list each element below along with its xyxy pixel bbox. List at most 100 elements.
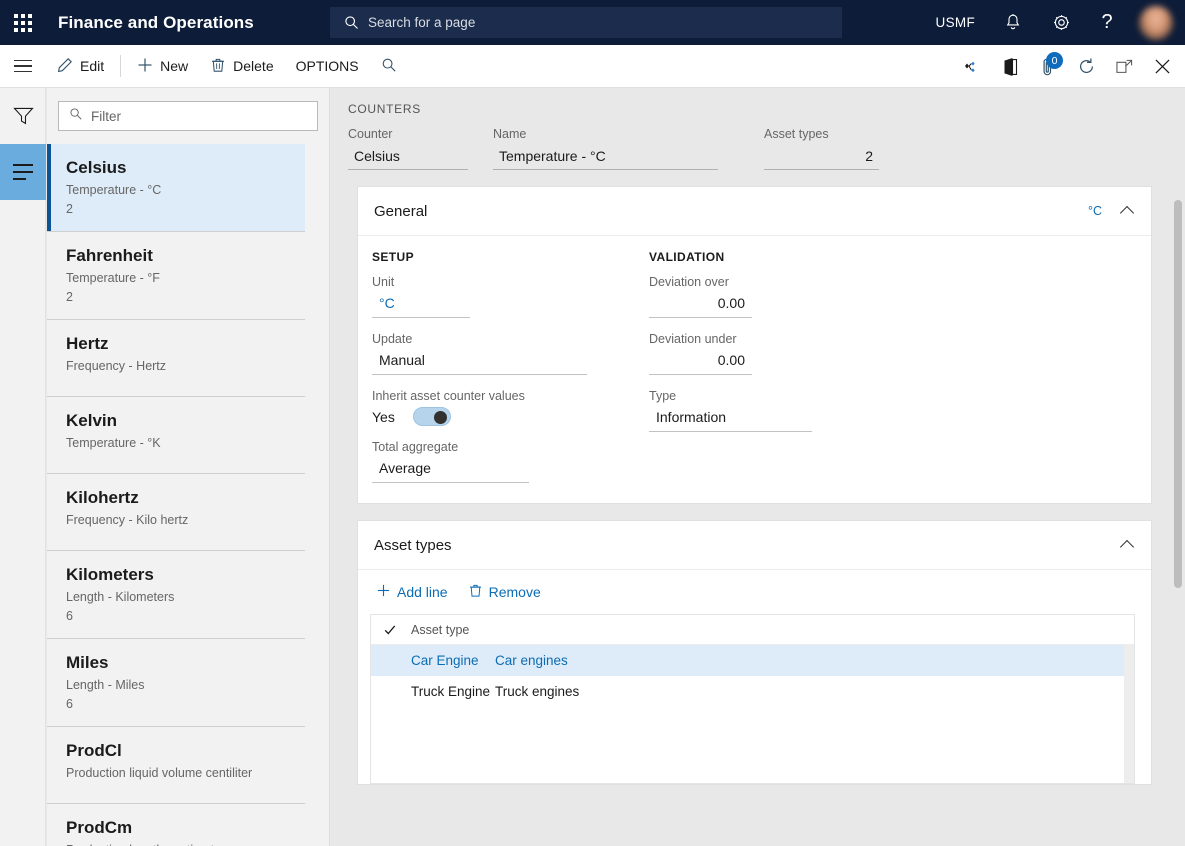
row-asset-type[interactable]: Car Engine	[383, 653, 495, 668]
list-item[interactable]: Kelvin Temperature - °K	[47, 397, 305, 474]
open-in-new-window-icon[interactable]	[1105, 45, 1143, 88]
asset-types-value[interactable]: 2	[764, 145, 879, 170]
search-icon	[381, 57, 397, 76]
plus-icon	[376, 583, 391, 601]
app-launcher-icon[interactable]	[0, 0, 46, 45]
toolbar-search-button[interactable]	[370, 45, 408, 87]
help-button[interactable]: ?	[1085, 0, 1129, 45]
remove-button[interactable]: Remove	[462, 580, 547, 604]
list-item[interactable]: Kilometers Length - Kilometers 6	[47, 551, 305, 639]
filter-placeholder: Filter	[91, 108, 121, 124]
page-title: COUNTERS	[348, 102, 421, 116]
relationships-icon[interactable]	[953, 45, 991, 88]
deviation-under-value[interactable]: 0.00	[649, 348, 752, 375]
grid-toolbar: Add line Remove	[358, 570, 1151, 614]
validation-heading: VALIDATION	[649, 250, 725, 264]
list-item[interactable]: ProdCl Production liquid volume centilit…	[47, 727, 305, 804]
validation-column: VALIDATION Deviation over 0.00 Deviation…	[649, 250, 926, 483]
list-item-title: Celsius	[66, 158, 127, 177]
setup-heading: SETUP	[372, 250, 415, 264]
list-item-count: 2	[66, 290, 73, 304]
total-aggregate-field: Total aggregate Average	[372, 440, 649, 483]
list-item-desc: Frequency - Kilo hertz	[66, 513, 189, 527]
pencil-icon	[57, 57, 73, 76]
filter-area: Filter	[47, 88, 329, 143]
edit-button[interactable]: Edit	[46, 45, 115, 87]
left-rail	[0, 88, 46, 846]
unit-field: Unit °C	[372, 275, 649, 318]
close-icon[interactable]	[1143, 45, 1181, 88]
asset-types-count-field: Asset types 2	[764, 127, 879, 170]
deviation-over-label: Deviation over	[649, 275, 729, 289]
update-value[interactable]: Manual	[372, 348, 587, 375]
add-line-button[interactable]: Add line	[370, 580, 454, 604]
list-item-title: Kilometers	[66, 565, 154, 584]
table-row[interactable]: Truck Engine Truck engines	[371, 676, 1134, 707]
total-aggregate-value[interactable]: Average	[372, 456, 529, 483]
asset-types-section: Asset types Add line Remove Asset type C…	[357, 520, 1152, 785]
bell-icon[interactable]	[989, 0, 1037, 45]
type-value[interactable]: Information	[649, 405, 812, 432]
list-item[interactable]: Miles Length - Miles 6	[47, 639, 305, 727]
chevron-up-icon[interactable]	[1120, 537, 1136, 553]
setup-column: SETUP Unit °C Update Manual Inherit asse…	[372, 250, 649, 483]
records-list[interactable]: Celsius Temperature - °C 2 Fahrenheit Te…	[47, 144, 330, 846]
list-item[interactable]: Celsius Temperature - °C 2	[47, 144, 305, 232]
edit-button-label: Edit	[80, 58, 105, 74]
top-nav-right-group: USMF ?	[922, 0, 1185, 45]
asset-types-section-header[interactable]: Asset types	[358, 521, 1151, 570]
record-header: COUNTERS Counter Celsius Name Temperatur…	[331, 88, 1185, 170]
grid-scrollbar-track[interactable]	[1124, 645, 1134, 783]
gear-icon[interactable]	[1037, 0, 1085, 45]
funnel-filter-icon[interactable]	[0, 88, 46, 144]
company-selector[interactable]: USMF	[922, 0, 989, 45]
asset-types-section-title: Asset types	[374, 536, 452, 554]
main-scrollbar-thumb[interactable]	[1174, 200, 1182, 588]
row-description[interactable]: Car engines	[495, 653, 605, 668]
general-section-header[interactable]: General °C	[358, 187, 1151, 236]
delete-button[interactable]: Delete	[199, 45, 284, 87]
inherit-label: Inherit asset counter values	[372, 389, 525, 403]
unit-label: Unit	[372, 275, 395, 289]
list-item[interactable]: ProdCm Production length centimeter	[47, 804, 305, 846]
list-item-count: 6	[66, 609, 73, 623]
attachments-icon[interactable]: 0	[1029, 45, 1067, 88]
inherit-toggle[interactable]	[412, 407, 451, 426]
grid-column-header-asset-type[interactable]: Asset type	[411, 623, 469, 637]
open-in-office-icon[interactable]	[991, 45, 1029, 88]
list-view-icon[interactable]	[0, 144, 46, 200]
avatar[interactable]	[1139, 5, 1173, 40]
list-item[interactable]: Kilohertz Frequency - Kilo hertz	[47, 474, 305, 551]
general-section-summary: °C	[1087, 204, 1102, 218]
list-item-title: Miles	[66, 653, 109, 672]
general-section-title: General	[374, 202, 428, 220]
options-button[interactable]: OPTIONS	[285, 45, 370, 87]
attachments-badge: 0	[1046, 52, 1063, 69]
general-section: General °C SETUP Unit °C Update Manual I…	[357, 186, 1152, 504]
main-content: COUNTERS Counter Celsius Name Temperatur…	[331, 88, 1185, 846]
unit-value[interactable]: °C	[372, 291, 470, 318]
chevron-up-icon[interactable]	[1120, 203, 1136, 219]
select-all-checkbox[interactable]	[383, 623, 411, 637]
list-item-desc: Temperature - °F	[66, 271, 160, 285]
name-value[interactable]: Temperature - °C	[493, 145, 718, 170]
list-item-desc: Temperature - °C	[66, 183, 162, 197]
row-description[interactable]: Truck engines	[495, 684, 605, 699]
list-item[interactable]: Fahrenheit Temperature - °F 2	[47, 232, 305, 320]
toolbar-divider	[120, 55, 122, 77]
deviation-over-value[interactable]: 0.00	[649, 291, 752, 318]
header-fields: Counter Celsius Name Temperature - °C As…	[348, 127, 1185, 170]
refresh-icon[interactable]	[1067, 45, 1105, 88]
filter-input[interactable]: Filter	[58, 101, 318, 131]
hamburger-icon[interactable]	[0, 45, 46, 87]
name-field: Name Temperature - °C	[493, 127, 718, 170]
row-asset-type[interactable]: Truck Engine	[383, 684, 495, 699]
action-pane: Edit New Delete OPTIONS 0	[0, 45, 1185, 88]
new-button[interactable]: New	[126, 45, 199, 87]
global-search-box[interactable]: Search for a page	[330, 7, 842, 38]
add-line-label: Add line	[397, 584, 448, 600]
deviation-under-label: Deviation under	[649, 332, 737, 346]
counter-value[interactable]: Celsius	[348, 145, 468, 170]
table-row[interactable]: Car Engine Car engines	[371, 645, 1134, 676]
list-item[interactable]: Hertz Frequency - Hertz	[47, 320, 305, 397]
